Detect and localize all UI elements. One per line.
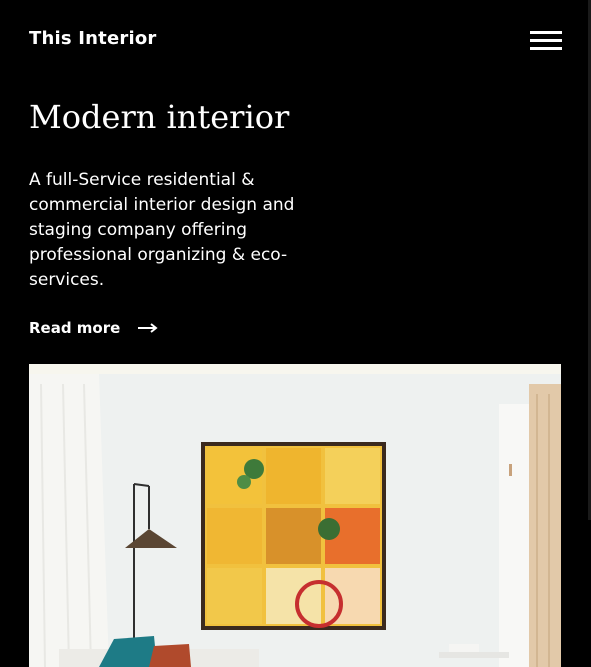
hero-description: A full-Service residential & commercial … xyxy=(29,170,295,290)
arrow-right-icon xyxy=(138,323,158,333)
read-more-link[interactable]: Read more xyxy=(29,319,158,337)
brand-logo[interactable]: This Interior xyxy=(29,28,156,49)
interior-photo xyxy=(29,364,561,667)
page-title: Modern interior xyxy=(29,98,290,136)
hamburger-icon xyxy=(530,31,562,34)
hamburger-icon-line xyxy=(530,39,562,42)
read-more-label: Read more xyxy=(29,319,121,337)
hero-image xyxy=(29,364,561,667)
hamburger-icon-line xyxy=(530,47,562,50)
menu-button[interactable] xyxy=(530,31,562,51)
